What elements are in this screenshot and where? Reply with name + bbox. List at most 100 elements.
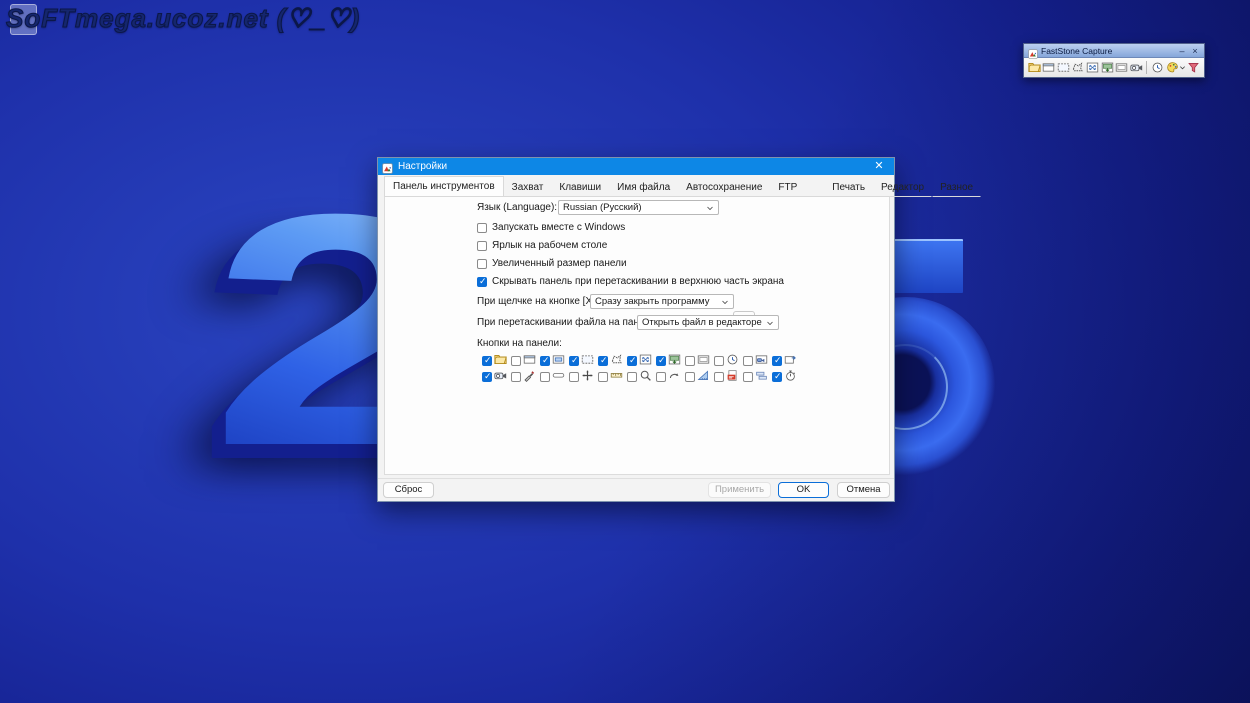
checkbox-icon[interactable] xyxy=(627,356,637,366)
option-row[interactable]: Увеличенный размер панели xyxy=(477,258,627,269)
capture-fixed-region-icon xyxy=(697,353,710,369)
eyedropper-icon xyxy=(523,369,536,385)
dialog-close-icon[interactable]: ✕ xyxy=(864,158,894,175)
panel-button-option[interactable] xyxy=(598,369,627,385)
panel-button-option[interactable] xyxy=(511,369,540,385)
panel-button-option[interactable] xyxy=(482,353,511,369)
checkbox-icon[interactable] xyxy=(685,356,695,366)
dialog-title: Настройки xyxy=(398,161,864,172)
settings-palette-icon[interactable] xyxy=(1165,60,1180,75)
checkbox-icon[interactable] xyxy=(482,372,492,382)
delay-capture-icon[interactable] xyxy=(1150,60,1165,75)
ok-button[interactable]: OK xyxy=(778,482,829,498)
checkbox-icon[interactable] xyxy=(598,372,608,382)
open-file-icon[interactable] xyxy=(1027,60,1042,75)
panel-button-option[interactable] xyxy=(540,353,569,369)
delay-capture-icon xyxy=(726,353,739,369)
panel-button-option[interactable] xyxy=(714,369,743,385)
tab-клавиши[interactable]: Клавиши xyxy=(551,178,609,197)
panel-button-option[interactable] xyxy=(569,369,598,385)
capture-fixed-region-icon[interactable] xyxy=(1114,60,1129,75)
checkbox-icon[interactable] xyxy=(685,372,695,382)
checkbox-icon[interactable] xyxy=(743,356,753,366)
chevron-down-icon[interactable] xyxy=(1179,61,1186,74)
capture-scrolling-icon[interactable] xyxy=(1100,60,1115,75)
panel-button-option[interactable] xyxy=(685,369,714,385)
panel-button-option[interactable] xyxy=(743,353,772,369)
minimize-button[interactable]: – xyxy=(1177,45,1187,57)
capture-window-icon[interactable] xyxy=(1042,60,1057,75)
capture-fullscreen-icon[interactable] xyxy=(1085,60,1100,75)
checkbox-icon[interactable] xyxy=(477,259,487,269)
checkbox-icon[interactable] xyxy=(540,372,550,382)
capture-rectangle-icon[interactable] xyxy=(1056,60,1071,75)
checkbox-icon[interactable] xyxy=(743,372,753,382)
panel-button-option[interactable] xyxy=(511,353,540,369)
tab-захват[interactable]: Захват xyxy=(504,178,552,197)
pdf-export-icon xyxy=(726,369,739,385)
checkbox-icon[interactable] xyxy=(598,356,608,366)
cancel-button[interactable]: Отмена xyxy=(837,482,890,498)
panel-button-option[interactable] xyxy=(772,369,801,385)
close-button-behavior-select[interactable]: Сразу закрыть программу xyxy=(590,294,734,309)
faststone-capture-window[interactable]: FastStone Capture – × xyxy=(1023,43,1205,78)
option-row[interactable]: Ярлык на рабочем столе xyxy=(477,240,607,251)
checkbox-icon[interactable] xyxy=(627,372,637,382)
checkbox-icon[interactable] xyxy=(714,356,724,366)
checkbox-icon[interactable] xyxy=(772,356,782,366)
checkbox-icon[interactable] xyxy=(656,356,666,366)
chevron-down-icon xyxy=(766,319,774,327)
panel-button-option[interactable] xyxy=(656,369,685,385)
checkbox-icon[interactable] xyxy=(569,356,579,366)
checkbox-icon[interactable] xyxy=(569,372,579,382)
capture-freehand-icon[interactable] xyxy=(1071,60,1086,75)
chevron-down-icon xyxy=(706,204,714,212)
checkbox-icon[interactable] xyxy=(656,372,666,382)
checkbox-icon[interactable] xyxy=(482,356,492,366)
tab-редактор[interactable]: Редактор xyxy=(873,178,932,197)
capture-object-icon xyxy=(552,353,565,369)
drag-file-behavior-select[interactable]: Открыть файл в редакторе xyxy=(637,315,779,330)
panel-button-option[interactable] xyxy=(772,353,801,369)
panel-button-option[interactable] xyxy=(627,369,656,385)
checkbox-icon[interactable] xyxy=(772,372,782,382)
dialog-title-bar[interactable]: Настройки ✕ xyxy=(378,158,894,175)
checkbox-icon[interactable] xyxy=(477,223,487,233)
tab-имя-файла[interactable]: Имя файла xyxy=(609,178,678,197)
option-row[interactable]: Скрывать панель при перетаскивании в вер… xyxy=(477,276,784,287)
tab-печать[interactable]: Печать xyxy=(824,178,873,197)
panel-button-option[interactable] xyxy=(482,369,511,385)
panel-button-option[interactable] xyxy=(569,353,598,369)
tab-панель-инструментов[interactable]: Панель инструментов xyxy=(384,176,504,197)
tab-разное[interactable]: Разное xyxy=(932,178,981,197)
checkbox-icon[interactable] xyxy=(477,277,487,287)
ruler-bar-icon xyxy=(610,369,623,385)
screen-recorder-icon[interactable] xyxy=(1129,60,1144,75)
capture-freehand-icon xyxy=(610,353,623,369)
capture-rectangle-icon xyxy=(581,353,594,369)
reset-button[interactable]: Сброс xyxy=(383,482,434,498)
toolbar-separator xyxy=(1146,61,1147,74)
checkbox-icon[interactable] xyxy=(511,372,521,382)
panel-button-option[interactable] xyxy=(598,353,627,369)
panel-button-option[interactable] xyxy=(685,353,714,369)
checkbox-icon[interactable] xyxy=(477,241,487,251)
panel-button-option[interactable] xyxy=(743,369,772,385)
panel-button-option[interactable] xyxy=(656,353,685,369)
option-row[interactable]: Запускать вместе с Windows xyxy=(477,222,625,233)
checkbox-icon[interactable] xyxy=(511,356,521,366)
faststone-logo-icon xyxy=(1028,46,1038,56)
panel-button-option[interactable] xyxy=(540,369,569,385)
tab-автосохранение[interactable]: Автосохранение xyxy=(678,178,770,197)
checkbox-icon[interactable] xyxy=(540,356,550,366)
tab-ftp[interactable]: FTP xyxy=(770,178,824,197)
watermark-text: SoFTmega.ucoz.net (♡_♡) xyxy=(6,3,360,34)
language-select[interactable]: Russian (Русский) xyxy=(558,200,719,215)
close-button[interactable]: × xyxy=(1190,45,1200,57)
checkbox-icon[interactable] xyxy=(714,372,724,382)
panel-button-option[interactable] xyxy=(714,353,743,369)
panel-button-option[interactable] xyxy=(627,353,656,369)
settings-dialog[interactable]: Настройки ✕ Панель инструментовЗахватКла… xyxy=(377,157,895,502)
menu-funnel-icon[interactable] xyxy=(1186,60,1201,75)
faststone-title-bar[interactable]: FastStone Capture – × xyxy=(1024,44,1204,58)
